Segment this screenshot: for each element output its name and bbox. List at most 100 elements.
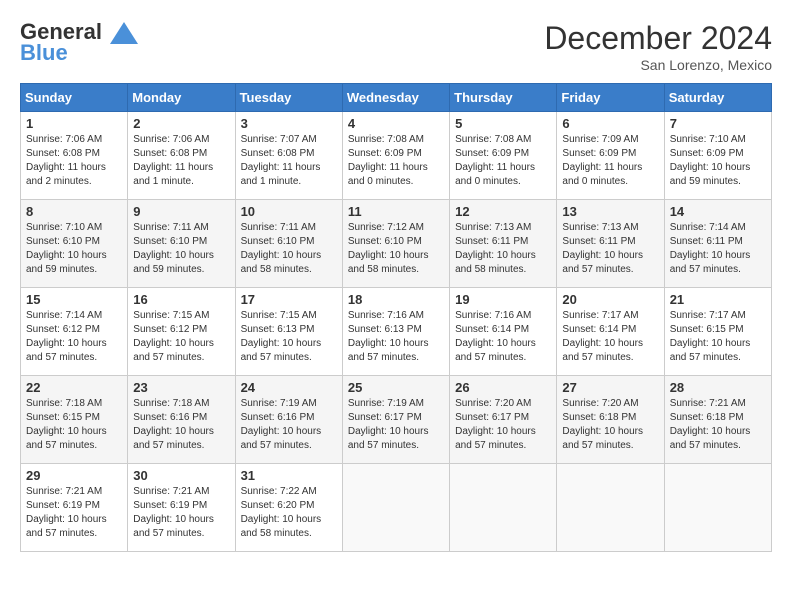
day-info: Sunrise: 7:10 AMSunset: 6:09 PMDaylight:… (670, 133, 766, 189)
calendar-cell (557, 464, 664, 552)
calendar-week-row: 8 Sunrise: 7:10 AMSunset: 6:10 PMDaylight… (21, 200, 772, 288)
col-header-sunday: Sunday (21, 84, 128, 112)
day-info: Sunrise: 7:20 AMSunset: 6:18 PMDaylight:… (562, 397, 658, 453)
calendar-table: SundayMondayTuesdayWednesdayThursdayFrid… (20, 83, 772, 552)
day-info: Sunrise: 7:08 AMSunset: 6:09 PMDaylight:… (348, 133, 444, 189)
day-number: 7 (670, 116, 766, 131)
day-info: Sunrise: 7:21 AMSunset: 6:19 PMDaylight:… (26, 485, 122, 541)
calendar-cell: 6Sunrise: 7:09 AMSunset: 6:09 PMDaylight… (557, 112, 664, 200)
calendar-cell: 8 Sunrise: 7:10 AMSunset: 6:10 PMDaylight… (21, 200, 128, 288)
calendar-cell: 17 Sunrise: 7:15 AMSunset: 6:13 PMDayligh… (235, 288, 342, 376)
calendar-week-row: 1 Sunrise: 7:06 AMSunset: 6:08 PMDaylight… (21, 112, 772, 200)
day-number: 19 (455, 292, 551, 307)
day-info: Sunrise: 7:18 AMSunset: 6:15 PMDaylight:… (26, 397, 122, 453)
logo: General Blue (20, 20, 138, 66)
calendar-cell: 13Sunrise: 7:13 AMSunset: 6:11 PMDayligh… (557, 200, 664, 288)
day-info: Sunrise: 7:19 AMSunset: 6:16 PMDaylight:… (241, 397, 337, 453)
day-info: Sunrise: 7:06 AMSunset: 6:08 PMDaylight:… (26, 133, 122, 189)
day-number: 31 (241, 468, 337, 483)
day-info: Sunrise: 7:10 AMSunset: 6:10 PMDaylight:… (26, 221, 122, 277)
calendar-cell (342, 464, 449, 552)
day-info: Sunrise: 7:17 AMSunset: 6:15 PMDaylight:… (670, 309, 766, 365)
day-number: 1 (26, 116, 122, 131)
day-info: Sunrise: 7:08 AMSunset: 6:09 PMDaylight:… (455, 133, 551, 189)
day-number: 25 (348, 380, 444, 395)
day-number: 4 (348, 116, 444, 131)
location: San Lorenzo, Mexico (544, 57, 772, 73)
col-header-wednesday: Wednesday (342, 84, 449, 112)
calendar-cell: 15 Sunrise: 7:14 AMSunset: 6:12 PMDayligh… (21, 288, 128, 376)
day-number: 2 (133, 116, 229, 131)
col-header-thursday: Thursday (450, 84, 557, 112)
calendar-cell: 5 Sunrise: 7:08 AMSunset: 6:09 PMDaylight… (450, 112, 557, 200)
day-info: Sunrise: 7:13 AMSunset: 6:11 PMDaylight:… (455, 221, 551, 277)
day-number: 22 (26, 380, 122, 395)
calendar-cell: 23 Sunrise: 7:18 AMSunset: 6:16 PMDayligh… (128, 376, 235, 464)
calendar-header-row: SundayMondayTuesdayWednesdayThursdayFrid… (21, 84, 772, 112)
calendar-cell: 30 Sunrise: 7:21 AMSunset: 6:19 PMDayligh… (128, 464, 235, 552)
day-info: Sunrise: 7:21 AMSunset: 6:19 PMDaylight:… (133, 485, 229, 541)
day-number: 20 (562, 292, 658, 307)
col-header-saturday: Saturday (664, 84, 771, 112)
day-number: 21 (670, 292, 766, 307)
calendar-cell: 20 Sunrise: 7:17 AMSunset: 6:14 PMDayligh… (557, 288, 664, 376)
day-info: Sunrise: 7:17 AMSunset: 6:14 PMDaylight:… (562, 309, 658, 365)
title-block: December 2024 San Lorenzo, Mexico (544, 20, 772, 73)
col-header-friday: Friday (557, 84, 664, 112)
day-info: Sunrise: 7:14 AMSunset: 6:12 PMDaylight:… (26, 309, 122, 365)
calendar-cell: 21 Sunrise: 7:17 AMSunset: 6:15 PMDayligh… (664, 288, 771, 376)
page-header: General Blue December 2024 San Lorenzo, … (20, 20, 772, 73)
month-title: December 2024 (544, 20, 772, 57)
day-number: 15 (26, 292, 122, 307)
calendar-cell: 31 Sunrise: 7:22 AMSunset: 6:20 PMDayligh… (235, 464, 342, 552)
calendar-cell: 22 Sunrise: 7:18 AMSunset: 6:15 PMDayligh… (21, 376, 128, 464)
day-number: 26 (455, 380, 551, 395)
col-header-tuesday: Tuesday (235, 84, 342, 112)
day-number: 11 (348, 204, 444, 219)
day-info: Sunrise: 7:14 AMSunset: 6:11 PMDaylight:… (670, 221, 766, 277)
day-number: 27 (562, 380, 658, 395)
calendar-cell: 27 Sunrise: 7:20 AMSunset: 6:18 PMDayligh… (557, 376, 664, 464)
day-info: Sunrise: 7:18 AMSunset: 6:16 PMDaylight:… (133, 397, 229, 453)
calendar-week-row: 29Sunrise: 7:21 AMSunset: 6:19 PMDayligh… (21, 464, 772, 552)
logo-icon (110, 22, 138, 44)
calendar-cell (664, 464, 771, 552)
day-number: 9 (133, 204, 229, 219)
calendar-cell (450, 464, 557, 552)
calendar-cell: 7 Sunrise: 7:10 AMSunset: 6:09 PMDaylight… (664, 112, 771, 200)
col-header-monday: Monday (128, 84, 235, 112)
day-number: 6 (562, 116, 658, 131)
day-info: Sunrise: 7:20 AMSunset: 6:17 PMDaylight:… (455, 397, 551, 453)
day-info: Sunrise: 7:15 AMSunset: 6:12 PMDaylight:… (133, 309, 229, 365)
calendar-cell: 4 Sunrise: 7:08 AMSunset: 6:09 PMDaylight… (342, 112, 449, 200)
calendar-cell: 18Sunrise: 7:16 AMSunset: 6:13 PMDayligh… (342, 288, 449, 376)
day-info: Sunrise: 7:11 AMSunset: 6:10 PMDaylight:… (241, 221, 337, 277)
calendar-cell: 24 Sunrise: 7:19 AMSunset: 6:16 PMDayligh… (235, 376, 342, 464)
calendar-cell: 28Sunrise: 7:21 AMSunset: 6:18 PMDayligh… (664, 376, 771, 464)
calendar-cell: 19 Sunrise: 7:16 AMSunset: 6:14 PMDayligh… (450, 288, 557, 376)
day-info: Sunrise: 7:19 AMSunset: 6:17 PMDaylight:… (348, 397, 444, 453)
day-info: Sunrise: 7:15 AMSunset: 6:13 PMDaylight:… (241, 309, 337, 365)
day-number: 17 (241, 292, 337, 307)
calendar-cell: 14 Sunrise: 7:14 AMSunset: 6:11 PMDayligh… (664, 200, 771, 288)
day-number: 30 (133, 468, 229, 483)
day-number: 8 (26, 204, 122, 219)
day-info: Sunrise: 7:16 AMSunset: 6:14 PMDaylight:… (455, 309, 551, 365)
day-number: 10 (241, 204, 337, 219)
calendar-cell: 2Sunrise: 7:06 AMSunset: 6:08 PMDaylight… (128, 112, 235, 200)
day-number: 24 (241, 380, 337, 395)
calendar-cell: 29Sunrise: 7:21 AMSunset: 6:19 PMDayligh… (21, 464, 128, 552)
calendar-cell: 3Sunrise: 7:07 AMSunset: 6:08 PMDaylight… (235, 112, 342, 200)
day-number: 18 (348, 292, 444, 307)
calendar-week-row: 15 Sunrise: 7:14 AMSunset: 6:12 PMDayligh… (21, 288, 772, 376)
day-info: Sunrise: 7:07 AMSunset: 6:08 PMDaylight:… (241, 133, 337, 189)
day-number: 14 (670, 204, 766, 219)
day-info: Sunrise: 7:11 AMSunset: 6:10 PMDaylight:… (133, 221, 229, 277)
day-number: 16 (133, 292, 229, 307)
day-info: Sunrise: 7:22 AMSunset: 6:20 PMDaylight:… (241, 485, 337, 541)
day-number: 5 (455, 116, 551, 131)
day-number: 23 (133, 380, 229, 395)
calendar-cell: 12Sunrise: 7:13 AMSunset: 6:11 PMDayligh… (450, 200, 557, 288)
calendar-cell: 11Sunrise: 7:12 AMSunset: 6:10 PMDayligh… (342, 200, 449, 288)
day-number: 28 (670, 380, 766, 395)
